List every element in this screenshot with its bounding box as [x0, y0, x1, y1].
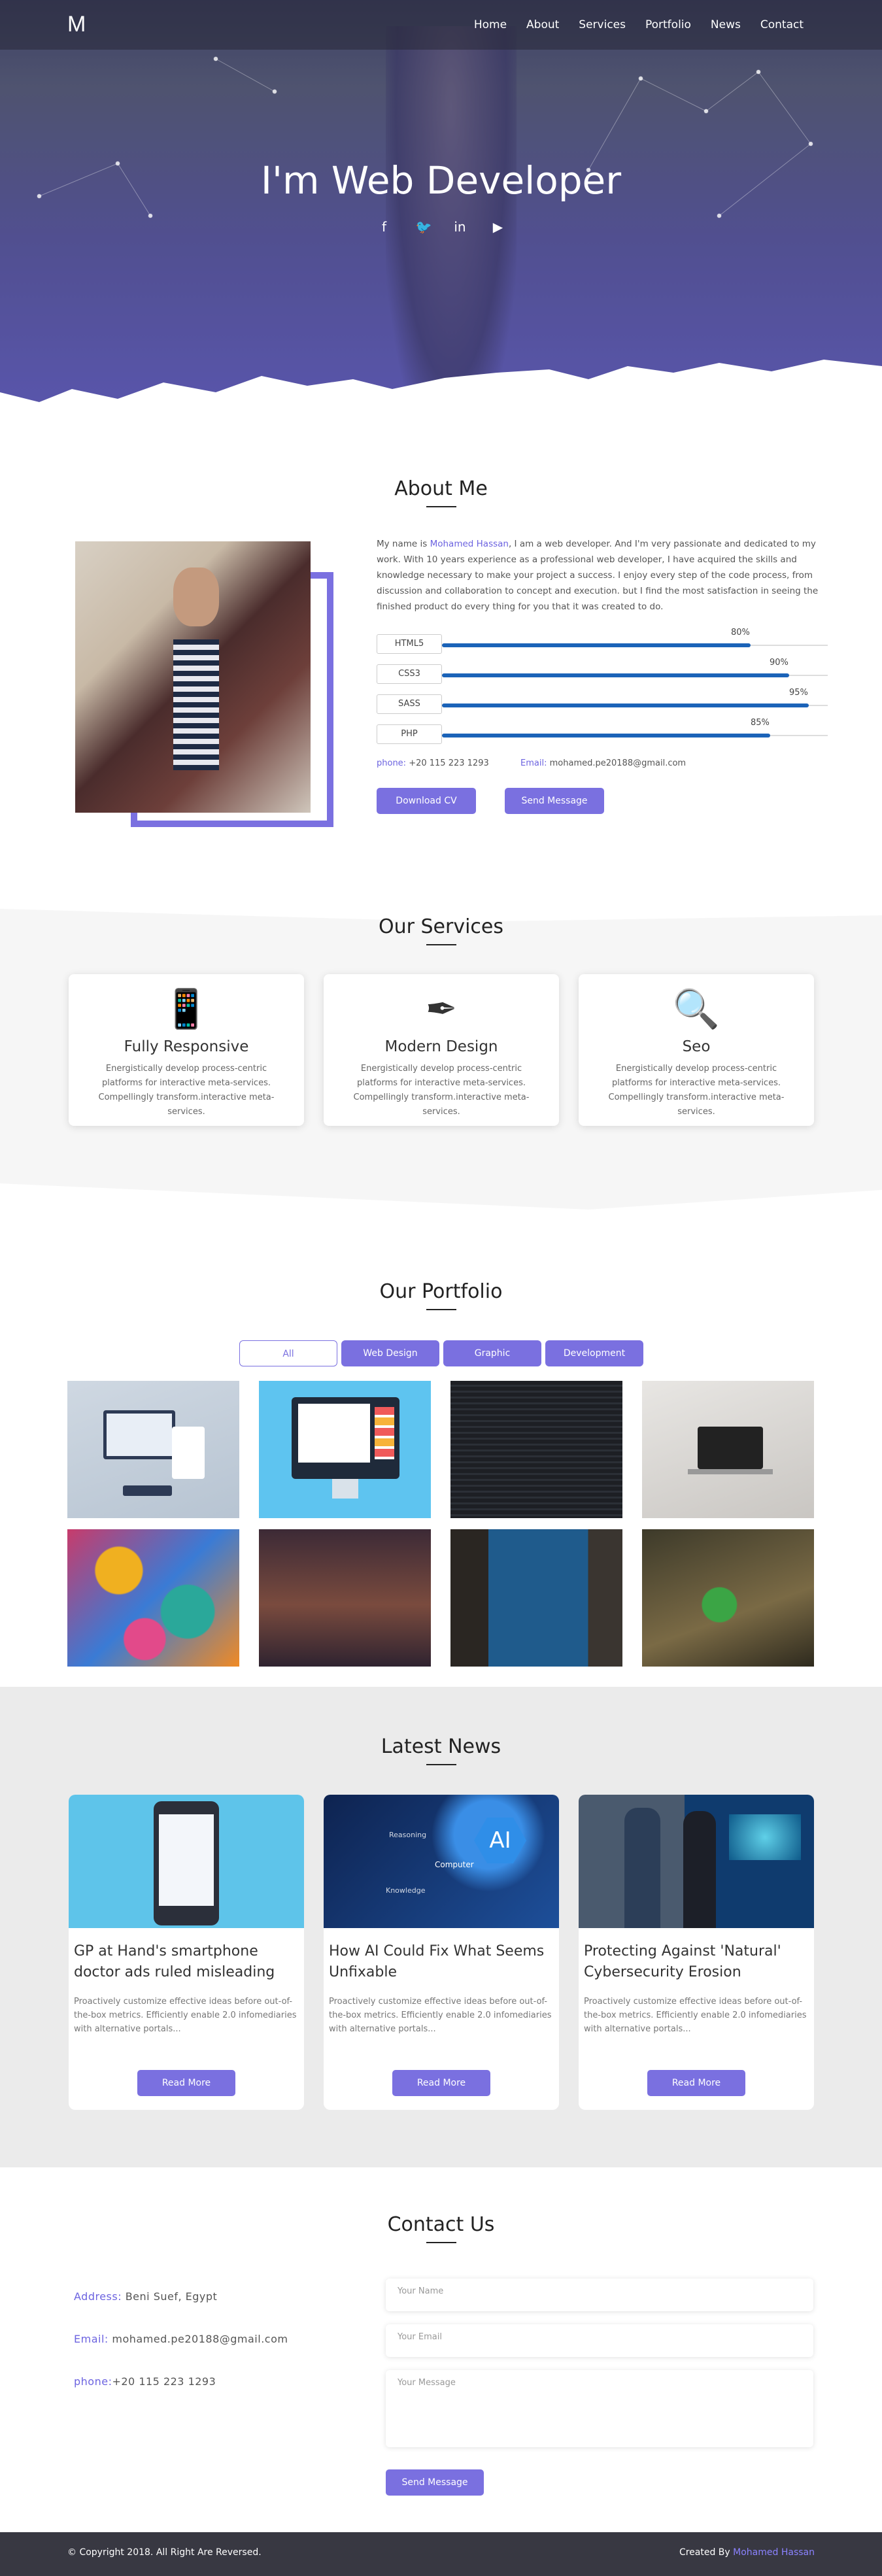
- service-card: 📱 Fully Responsive Energistically develo…: [69, 974, 304, 1126]
- service-card: ✒ Modern Design Energistically develop p…: [324, 974, 559, 1126]
- nav-item-portfolio[interactable]: Portfolio: [645, 18, 691, 31]
- news-title: Latest News: [381, 1735, 501, 1758]
- pen-nib-icon: ✒: [425, 987, 458, 1031]
- read-more-button[interactable]: Read More: [392, 2070, 490, 2096]
- hero-socials: f 🐦 in ▶: [0, 219, 882, 235]
- twitter-icon[interactable]: 🐦: [416, 219, 432, 235]
- about-email: mohamed.pe20188@gmail.com: [547, 758, 687, 768]
- nav-item-home[interactable]: Home: [474, 18, 507, 31]
- logo[interactable]: M: [67, 12, 86, 37]
- about-phone: +20 115 223 1293: [406, 758, 489, 768]
- send-message-button[interactable]: Send Message: [505, 788, 604, 814]
- youtube-icon[interactable]: ▶: [492, 219, 505, 235]
- portfolio-grid: [67, 1381, 814, 1667]
- news-image: [579, 1795, 814, 1928]
- news-card: Protecting Against 'Natural' Cybersecuri…: [579, 1795, 814, 2110]
- contact-send-button[interactable]: Send Message: [386, 2469, 484, 2496]
- contact-phone: phone:+20 115 223 1293: [74, 2375, 216, 2388]
- linkedin-icon[interactable]: in: [454, 219, 467, 235]
- filter-graphic[interactable]: Graphic: [443, 1340, 541, 1366]
- services-section: Our Services 📱 Fully Responsive Energist…: [0, 883, 882, 1223]
- portfolio-item[interactable]: [450, 1381, 622, 1518]
- news-card: GP at Hand's smartphone doctor ads ruled…: [69, 1795, 304, 2110]
- nav-item-services[interactable]: Services: [579, 18, 626, 31]
- news-excerpt: Proactively customize effective ideas be…: [74, 1997, 297, 2034]
- contact-email: Email: mohamed.pe20188@gmail.com: [74, 2333, 288, 2345]
- portfolio-section: Our Portfolio All Web Design Graphic Dev…: [0, 1223, 882, 1687]
- news-excerpt: Proactively customize effective ideas be…: [329, 1997, 552, 2034]
- title-underline: [426, 506, 456, 507]
- skills-list: HTML5 80% CSS3 90% SASS 95% PHP 85%: [377, 628, 828, 754]
- news-section: Latest News GP at Hand's smartphone doct…: [0, 1687, 882, 2167]
- skill-css3: CSS3 90%: [377, 658, 828, 694]
- news-card: AI Computer Reasoning Knowledge How AI C…: [324, 1795, 559, 2110]
- news-image: [69, 1795, 304, 1928]
- download-cv-button[interactable]: Download CV: [377, 788, 476, 814]
- contact-address: Address: Beni Suef, Egypt: [74, 2290, 218, 2303]
- profile-photo: [75, 541, 311, 813]
- about-description: My name is Mohamed Hassan, I am a web de…: [377, 539, 819, 612]
- news-headline[interactable]: GP at Hand's smartphone doctor ads ruled…: [74, 1941, 299, 1987]
- read-more-button[interactable]: Read More: [137, 2070, 235, 2096]
- navbar: M Home About Services Portfolio News Con…: [0, 0, 882, 50]
- name-input[interactable]: Your Name: [386, 2279, 813, 2311]
- portfolio-item[interactable]: [642, 1529, 814, 1667]
- search-icon: 🔍: [672, 987, 721, 1031]
- mobile-phone-icon: 📱: [162, 987, 211, 1031]
- news-excerpt: Proactively customize effective ideas be…: [584, 1997, 807, 2034]
- message-textarea[interactable]: Your Message: [386, 2370, 813, 2447]
- news-headline[interactable]: How AI Could Fix What Seems Unfixable: [329, 1941, 554, 1987]
- read-more-button[interactable]: Read More: [647, 2070, 745, 2096]
- services-title: Our Services: [378, 915, 503, 938]
- about-title: About Me: [394, 477, 488, 500]
- nav-menu: Home About Services Portfolio News Conta…: [474, 18, 804, 31]
- service-card: 🔍 Seo Energistically develop process-cen…: [579, 974, 814, 1126]
- news-image: AI Computer Reasoning Knowledge: [324, 1795, 559, 1928]
- nav-item-contact[interactable]: Contact: [760, 18, 804, 31]
- facebook-icon[interactable]: f: [378, 219, 391, 235]
- skill-html5: HTML5 80%: [377, 628, 828, 664]
- portfolio-filters: All Web Design Graphic Development: [239, 1340, 643, 1366]
- about-contact-line: phone: +20 115 223 1293 Email: mohamed.p…: [377, 758, 687, 768]
- portfolio-item[interactable]: [450, 1529, 622, 1667]
- author-name: Mohamed Hassan: [430, 539, 509, 549]
- nav-item-news[interactable]: News: [711, 18, 741, 31]
- torn-edge: [0, 360, 882, 432]
- filter-web-design[interactable]: Web Design: [341, 1340, 439, 1366]
- footer: © Copyright 2018. All Right Are Reversed…: [0, 2532, 882, 2576]
- filter-all[interactable]: All: [239, 1340, 337, 1366]
- skill-php: PHP 85%: [377, 718, 828, 754]
- portfolio-item[interactable]: [259, 1381, 431, 1518]
- portfolio-item[interactable]: [642, 1381, 814, 1518]
- about-section: About Me My name is Mohamed Hassan, I am…: [0, 432, 882, 883]
- portfolio-item[interactable]: [67, 1529, 239, 1667]
- credits: Created By Mohamed Hassan: [679, 2547, 815, 2558]
- nav-item-about[interactable]: About: [526, 18, 559, 31]
- portfolio-item[interactable]: [67, 1381, 239, 1518]
- email-input[interactable]: Your Email: [386, 2324, 813, 2357]
- contact-section: Contact Us Address: Beni Suef, Egypt Ema…: [0, 2167, 882, 2532]
- hero-title: I'm Web Developer: [260, 158, 622, 203]
- author-link[interactable]: Mohamed Hassan: [733, 2547, 815, 2558]
- portfolio-item[interactable]: [259, 1529, 431, 1667]
- portfolio-title: Our Portfolio: [379, 1280, 503, 1303]
- filter-development[interactable]: Development: [545, 1340, 643, 1366]
- news-headline[interactable]: Protecting Against 'Natural' Cybersecuri…: [584, 1941, 809, 1987]
- contact-title: Contact Us: [387, 2213, 495, 2236]
- hero-section: I'm Web Developer f 🐦 in ▶: [0, 0, 882, 432]
- copyright: © Copyright 2018. All Right Are Reversed…: [67, 2547, 262, 2558]
